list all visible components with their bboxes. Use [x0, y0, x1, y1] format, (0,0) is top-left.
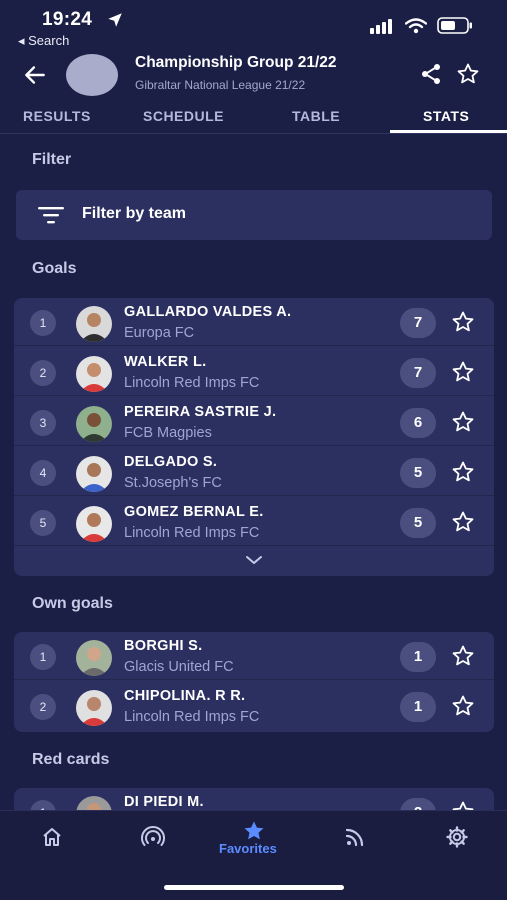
table-row[interactable]: 1 GALLARDO VALDES A. Europa FC 7 — [14, 298, 494, 346]
rank-badge: 1 — [30, 310, 56, 336]
goal-count: 5 — [400, 458, 436, 488]
star-icon[interactable] — [451, 460, 475, 484]
rank-badge: 1 — [30, 644, 56, 670]
star-icon[interactable] — [451, 694, 475, 718]
table-row[interactable]: 1 BORGHI S. Glacis United FC 1 — [14, 632, 494, 680]
rank-badge: 5 — [30, 510, 56, 536]
live-icon[interactable] — [141, 825, 165, 849]
filter-by-team-button[interactable]: Filter by team — [16, 190, 492, 240]
rank-badge: 4 — [30, 460, 56, 486]
nav-favorites-label[interactable]: Favorites — [219, 841, 277, 856]
rank-badge: 2 — [30, 360, 56, 386]
competition-logo — [66, 54, 118, 96]
show-more-button[interactable] — [14, 547, 494, 576]
own-goal-count: 1 — [400, 642, 436, 672]
active-tab-indicator — [390, 130, 507, 133]
tab-stats[interactable]: STATS — [423, 108, 469, 124]
player-name: CHIPOLINA. R R. — [124, 688, 246, 704]
table-row[interactable]: 4 DELGADO S. St.Joseph's FC 5 — [14, 448, 494, 496]
share-icon[interactable] — [419, 62, 443, 86]
own-goals-heading: Own goals — [32, 595, 113, 612]
player-club: FCB Magpies — [124, 425, 212, 441]
rank-badge: 2 — [30, 694, 56, 720]
system-icons — [369, 17, 473, 34]
goal-count: 5 — [400, 508, 436, 538]
status-time: 19:24 — [42, 9, 93, 30]
player-avatar — [76, 306, 112, 342]
goal-count: 7 — [400, 308, 436, 338]
home-indicator — [164, 885, 344, 890]
status-bar: 19:24 ◂ Search — [0, 0, 507, 50]
wifi-icon — [405, 17, 427, 33]
page-title: Championship Group 21/22 — [135, 54, 337, 71]
own-goals-card: 1 BORGHI S. Glacis United FC 1 2 CHIPOLI… — [14, 632, 494, 732]
tab-results[interactable]: RESULTS — [23, 108, 91, 124]
goal-count: 7 — [400, 358, 436, 388]
filter-heading: Filter — [32, 151, 72, 168]
filter-by-team-label: Filter by team — [82, 205, 187, 222]
player-avatar — [76, 690, 112, 726]
own-goal-count: 1 — [400, 692, 436, 722]
player-name: PEREIRA SASTRIE J. — [124, 404, 277, 420]
player-club: Glacis United FC — [124, 659, 234, 675]
filter-icon — [38, 207, 64, 224]
star-icon[interactable] — [451, 644, 475, 668]
player-name: WALKER L. — [124, 354, 207, 370]
star-icon[interactable] — [451, 410, 475, 434]
player-name: GOMEZ BERNAL E. — [124, 504, 264, 520]
star-icon[interactable] — [451, 510, 475, 534]
tab-table[interactable]: TABLE — [292, 108, 340, 124]
player-avatar — [76, 506, 112, 542]
player-name: BORGHI S. — [124, 638, 203, 654]
table-row[interactable]: 2 WALKER L. Lincoln Red Imps FC 7 — [14, 348, 494, 396]
player-club: Lincoln Red Imps FC — [124, 375, 260, 391]
table-row[interactable]: 3 PEREIRA SASTRIE J. FCB Magpies 6 — [14, 398, 494, 446]
player-name: DI PIEDI M. — [124, 794, 204, 810]
player-avatar — [76, 406, 112, 442]
player-avatar — [76, 640, 112, 676]
favorite-star-icon[interactable] — [456, 62, 480, 86]
star-icon[interactable] — [451, 360, 475, 384]
star-icon[interactable] — [451, 310, 475, 334]
header: Championship Group 21/22 Gibraltar Natio… — [0, 50, 507, 98]
goal-count: 6 — [400, 408, 436, 438]
red-cards-heading: Red cards — [32, 751, 110, 768]
goals-heading: Goals — [32, 260, 77, 277]
battery-icon — [437, 17, 472, 34]
tab-bar: RESULTS SCHEDULE TABLE STATS — [0, 98, 507, 134]
player-name: GALLARDO VALDES A. — [124, 304, 292, 320]
player-club: Lincoln Red Imps FC — [124, 525, 260, 541]
player-club: Europa FC — [124, 325, 195, 341]
player-avatar — [76, 356, 112, 392]
signal-icon — [370, 18, 392, 34]
player-club: St.Joseph's FC — [124, 475, 222, 491]
back-arrow-icon[interactable] — [22, 62, 48, 88]
chevron-down-icon — [246, 556, 262, 564]
home-icon[interactable] — [40, 825, 64, 849]
page-subtitle: Gibraltar National League 21/22 — [135, 78, 306, 92]
back-to-search-link[interactable]: ◂ Search — [18, 33, 69, 49]
tab-schedule[interactable]: SCHEDULE — [143, 108, 224, 124]
star-icon[interactable] — [242, 819, 266, 843]
player-name: DELGADO S. — [124, 454, 218, 470]
table-row[interactable]: 5 GOMEZ BERNAL E. Lincoln Red Imps FC 5 — [14, 498, 494, 546]
rank-badge: 3 — [30, 410, 56, 436]
player-club: Lincoln Red Imps FC — [124, 709, 260, 725]
table-row[interactable]: 2 CHIPOLINA. R R. Lincoln Red Imps FC 1 — [14, 682, 494, 730]
location-arrow-icon — [108, 13, 122, 27]
feed-icon[interactable] — [343, 825, 367, 849]
player-avatar — [76, 456, 112, 492]
gear-icon[interactable] — [445, 825, 469, 849]
goals-card: 1 GALLARDO VALDES A. Europa FC 7 2 WALKE… — [14, 298, 494, 576]
